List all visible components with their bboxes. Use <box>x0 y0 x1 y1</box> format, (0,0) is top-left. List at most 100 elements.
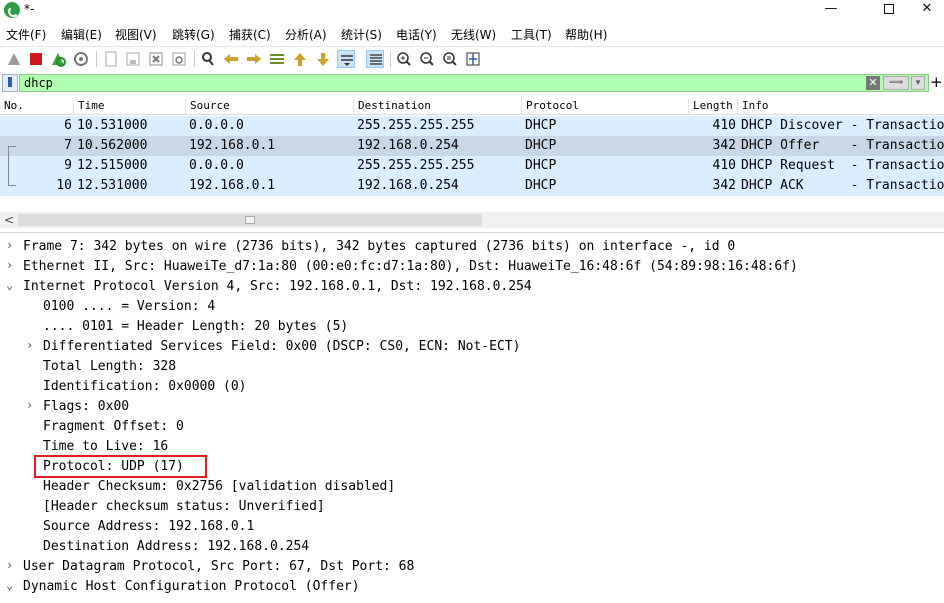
detail-row-fragment-offset[interactable]: Fragment Offset: 0 <box>0 417 944 437</box>
detail-row-udp[interactable]: › User Datagram Protocol, Src Port: 67, … <box>0 557 944 577</box>
packet-source: 192.168.0.1 <box>189 178 276 193</box>
menu-telephony[interactable]: 电话(Y) <box>396 26 437 43</box>
detail-text: .... 0101 = Header Length: 20 bytes (5) <box>43 319 349 334</box>
auto-scroll-icon[interactable] <box>337 50 355 68</box>
column-header-time[interactable]: Time <box>73 99 185 115</box>
capture-options-icon[interactable] <box>72 50 90 68</box>
save-file-icon[interactable] <box>124 50 142 68</box>
packet-time: 10.531000 <box>77 118 148 133</box>
detail-text: Frame 7: 342 bytes on wire (2736 bits), … <box>23 239 736 254</box>
column-header-protocol[interactable]: Protocol <box>521 99 688 115</box>
packet-no: 7 <box>64 138 72 153</box>
colorize-icon[interactable] <box>366 50 384 68</box>
recent-filters-dropdown[interactable]: ▾ <box>911 76 925 90</box>
detail-row-dsfield[interactable]: › Differentiated Services Field: 0x00 (D… <box>0 337 944 357</box>
packet-no: 10 <box>56 178 72 193</box>
packet-row[interactable]: 10 12.531000 192.168.0.1 192.168.0.254 D… <box>0 176 944 196</box>
maximize-button[interactable] <box>866 0 912 20</box>
restart-capture-icon[interactable] <box>49 50 67 68</box>
detail-row-destination-address[interactable]: Destination Address: 192.168.0.254 <box>0 537 944 557</box>
menu-tools[interactable]: 工具(T) <box>511 26 552 43</box>
stop-capture-icon[interactable] <box>27 50 45 68</box>
detail-row-total-length[interactable]: Total Length: 328 <box>0 357 944 377</box>
clear-filter-button[interactable]: ✕ <box>866 76 880 90</box>
detail-row-ttl[interactable]: Time to Live: 16 <box>0 437 944 457</box>
close-file-icon[interactable] <box>147 50 165 68</box>
expand-arrow-icon[interactable]: › <box>6 558 13 572</box>
reload-file-icon[interactable] <box>170 50 188 68</box>
menu-file[interactable]: 文件(F) <box>6 26 46 43</box>
title-bar: *- — ✕ <box>0 0 944 20</box>
main-toolbar <box>0 46 944 70</box>
find-packet-icon[interactable] <box>199 50 217 68</box>
close-button[interactable]: ✕ <box>910 0 944 20</box>
column-header-source[interactable]: Source <box>185 99 353 115</box>
menu-analyze[interactable]: 分析(A) <box>285 26 327 43</box>
packet-source: 0.0.0.0 <box>189 158 244 173</box>
scroll-left-arrow[interactable]: < <box>4 213 14 227</box>
expand-arrow-icon[interactable]: › <box>6 238 13 252</box>
expand-arrow-icon[interactable]: › <box>26 398 33 412</box>
packet-length: 410 <box>712 158 736 173</box>
packet-list-hscrollbar[interactable]: < <box>0 212 944 228</box>
apply-filter-button[interactable]: ⟹ <box>883 76 909 90</box>
menu-view[interactable]: 视图(V) <box>115 26 157 43</box>
packet-row[interactable]: 9 12.515000 0.0.0.0 255.255.255.255 DHCP… <box>0 156 944 176</box>
detail-row-ipv4[interactable]: ⌄ Internet Protocol Version 4, Src: 192.… <box>0 277 944 297</box>
detail-text: User Datagram Protocol, Src Port: 67, Ds… <box>23 559 415 574</box>
detail-row-dhcp[interactable]: ⌄ Dynamic Host Configuration Protocol (O… <box>0 577 944 597</box>
open-file-icon[interactable] <box>102 50 120 68</box>
packet-info: DHCP Discover - Transaction <box>741 118 944 133</box>
detail-row-identification[interactable]: Identification: 0x0000 (0) <box>0 377 944 397</box>
scrollbar-grip-icon <box>245 216 255 224</box>
go-to-packet-icon[interactable] <box>268 50 286 68</box>
packet-list: No. Time Source Destination Protocol Len… <box>0 96 944 199</box>
menu-wireless[interactable]: 无线(W) <box>451 26 496 43</box>
detail-row-frame[interactable]: › Frame 7: 342 bytes on wire (2736 bits)… <box>0 237 944 257</box>
column-header-no[interactable]: No. <box>0 99 73 115</box>
pane-splitter[interactable] <box>0 232 944 235</box>
detail-row-ethernet[interactable]: › Ethernet II, Src: HuaweiTe_d7:1a:80 (0… <box>0 257 944 277</box>
packet-details: › Frame 7: 342 bytes on wire (2736 bits)… <box>0 237 944 603</box>
first-packet-icon[interactable] <box>291 50 309 68</box>
menu-statistics[interactable]: 统计(S) <box>341 26 382 43</box>
column-header-length[interactable]: Length <box>688 99 737 115</box>
start-capture-icon[interactable] <box>5 50 23 68</box>
expand-arrow-icon[interactable]: › <box>26 338 33 352</box>
packet-info: DHCP ACK - Transaction <box>741 178 944 193</box>
detail-text: Identification: 0x0000 (0) <box>43 379 247 394</box>
detail-text: Differentiated Services Field: 0x00 (DSC… <box>43 339 521 354</box>
detail-row-header-checksum[interactable]: Header Checksum: 0x2756 [validation disa… <box>0 477 944 497</box>
detail-row-version[interactable]: 0100 .... = Version: 4 <box>0 297 944 317</box>
display-filter-input[interactable]: dhcp <box>19 74 929 92</box>
go-back-icon[interactable] <box>222 50 240 68</box>
zoom-in-icon[interactable] <box>395 50 413 68</box>
go-forward-icon[interactable] <box>245 50 263 68</box>
detail-row-flags[interactable]: › Flags: 0x00 <box>0 397 944 417</box>
menu-go[interactable]: 跳转(G) <box>172 26 215 43</box>
collapse-arrow-icon[interactable]: ⌄ <box>6 278 13 292</box>
filter-bookmark-icon[interactable] <box>2 74 18 92</box>
zoom-out-icon[interactable] <box>418 50 436 68</box>
resize-columns-icon[interactable] <box>464 50 482 68</box>
packet-list-header: No. Time Source Destination Protocol Len… <box>0 96 944 115</box>
window-title: *- <box>24 2 35 16</box>
collapse-arrow-icon[interactable]: ⌄ <box>6 578 13 592</box>
last-packet-icon[interactable] <box>314 50 332 68</box>
expand-arrow-icon[interactable]: › <box>6 258 13 272</box>
menu-capture[interactable]: 捕获(C) <box>229 26 271 43</box>
normal-size-icon[interactable] <box>441 50 459 68</box>
detail-text: Internet Protocol Version 4, Src: 192.16… <box>23 279 532 294</box>
menu-edit[interactable]: 编辑(E) <box>61 26 102 43</box>
packet-row[interactable]: 6 10.531000 0.0.0.0 255.255.255.255 DHCP… <box>0 116 944 136</box>
minimize-button[interactable]: — <box>808 0 854 20</box>
column-header-info[interactable]: Info <box>737 99 944 115</box>
detail-text: 0100 .... = Version: 4 <box>43 299 216 314</box>
add-filter-button[interactable]: + <box>930 73 943 91</box>
column-header-destination[interactable]: Destination <box>353 99 521 115</box>
detail-row-source-address[interactable]: Source Address: 192.168.0.1 <box>0 517 944 537</box>
detail-row-header-length[interactable]: .... 0101 = Header Length: 20 bytes (5) <box>0 317 944 337</box>
menu-help[interactable]: 帮助(H) <box>565 26 607 43</box>
packet-row-selected[interactable]: 7 10.562000 192.168.0.1 192.168.0.254 DH… <box>0 136 944 156</box>
detail-row-checksum-status[interactable]: [Header checksum status: Unverified] <box>0 497 944 517</box>
